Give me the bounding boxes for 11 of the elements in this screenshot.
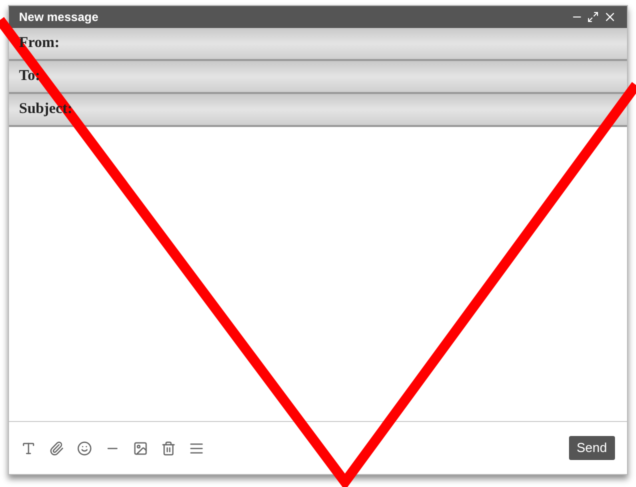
window-title: New message (19, 9, 98, 26)
smiley-icon[interactable] (77, 440, 92, 456)
list-icon[interactable] (189, 440, 204, 456)
close-icon[interactable] (603, 10, 617, 24)
paperclip-icon[interactable] (49, 440, 64, 456)
message-body[interactable] (9, 127, 627, 422)
send-button[interactable]: Send (568, 436, 615, 460)
text-format-icon[interactable] (21, 440, 36, 456)
image-icon[interactable] (133, 440, 148, 456)
expand-icon[interactable] (587, 11, 599, 23)
trash-icon[interactable] (161, 440, 176, 456)
